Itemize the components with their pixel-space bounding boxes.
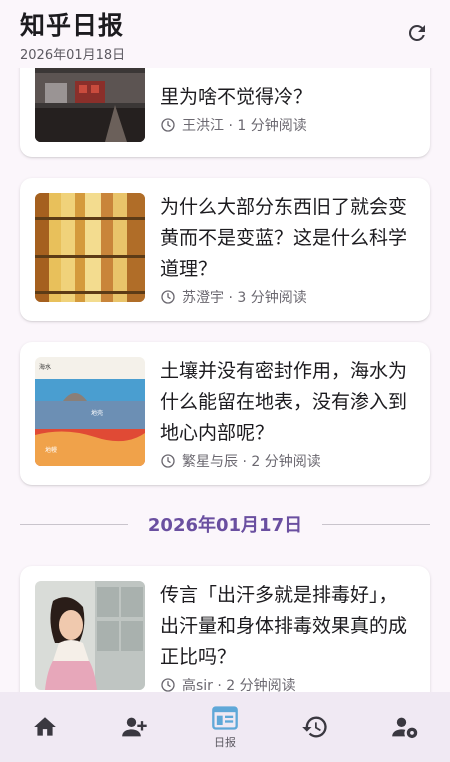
article-title[interactable]: 土壤并没有密封作用，海水为什么能留在地表，没有渗入到地心内部呢？ [160, 356, 408, 449]
article-meta-text: 繁星与辰 · 2 分钟阅读 [182, 454, 321, 470]
add-person-icon [122, 717, 147, 737]
article-feed[interactable]: 里为啥不觉得冷？ 王洪江 · 1 分钟阅读 为什么大部分东西旧了就会变黄而不是变… [0, 68, 450, 692]
article-card[interactable]: 传言「出汗多就是排毒好」，出汗量和身体排毒效果真的成正比吗？ 高sir · 2 … [20, 566, 430, 692]
article-meta-text: 苏澄宇 · 3 分钟阅读 [182, 290, 307, 306]
nav-history[interactable] [270, 692, 360, 762]
clock-icon [161, 290, 175, 304]
divider-line [322, 523, 431, 525]
article-thumbnail [35, 193, 145, 302]
date-separator: 2026年01月17日 [20, 508, 431, 540]
article-meta: 王洪江 · 1 分钟阅读 [160, 115, 408, 135]
nav-home[interactable] [0, 692, 90, 762]
clock-icon [161, 678, 175, 692]
article-meta: 高sir · 2 分钟阅读 [160, 675, 408, 692]
nav-user-settings[interactable] [360, 692, 450, 762]
app-header: 知乎日报 2026年01月18日 [0, 0, 450, 68]
article-card[interactable]: 海水 地壳 地幔 土壤并没有密封作用，海水为什么能留在地表，没有渗入到地心内部呢… [20, 342, 430, 485]
nav-add-person[interactable] [90, 692, 180, 762]
clock-icon [161, 454, 175, 468]
date-separator-label: 2026年01月17日 [147, 515, 303, 536]
article-title[interactable]: 里为啥不觉得冷？ [160, 82, 408, 113]
article-thumbnail: 海水 地壳 地幔 [35, 357, 145, 466]
article-thumbnail [35, 581, 145, 690]
user-settings-icon [392, 717, 418, 739]
thumb-label: 地幔 [45, 446, 57, 454]
clock-icon [161, 118, 175, 132]
home-icon [34, 717, 56, 736]
history-icon [302, 716, 327, 738]
page-title: 知乎日报 [20, 11, 125, 40]
daily-icon [212, 706, 238, 730]
article-meta-text: 王洪江 · 1 分钟阅读 [182, 118, 307, 134]
article-meta: 苏澄宇 · 3 分钟阅读 [160, 287, 408, 307]
nav-label-daily: 日报 [214, 736, 236, 749]
article-title[interactable]: 为什么大部分东西旧了就会变黄而不是变蓝？这是什么科学道理？ [160, 192, 408, 285]
header-date: 2026年01月18日 [20, 48, 126, 63]
article-meta-text: 高sir · 2 分钟阅读 [182, 678, 296, 692]
article-thumbnail [35, 68, 145, 142]
article-card[interactable]: 为什么大部分东西旧了就会变黄而不是变蓝？这是什么科学道理？ 苏澄宇 · 3 分钟… [20, 178, 430, 321]
article-meta: 繁星与辰 · 2 分钟阅读 [160, 451, 408, 471]
article-title[interactable]: 传言「出汗多就是排毒好」，出汗量和身体排毒效果真的成正比吗？ [160, 580, 408, 673]
nav-daily[interactable]: 日报 [180, 692, 270, 762]
refresh-icon [408, 24, 425, 41]
thumb-label: 地壳 [91, 409, 103, 417]
divider-line [20, 523, 128, 525]
refresh-button[interactable] [404, 20, 430, 46]
bottom-navigation: 日报 [0, 692, 450, 762]
thumb-label: 海水 [39, 363, 51, 371]
article-card[interactable]: 里为啥不觉得冷？ 王洪江 · 1 分钟阅读 [20, 68, 430, 157]
